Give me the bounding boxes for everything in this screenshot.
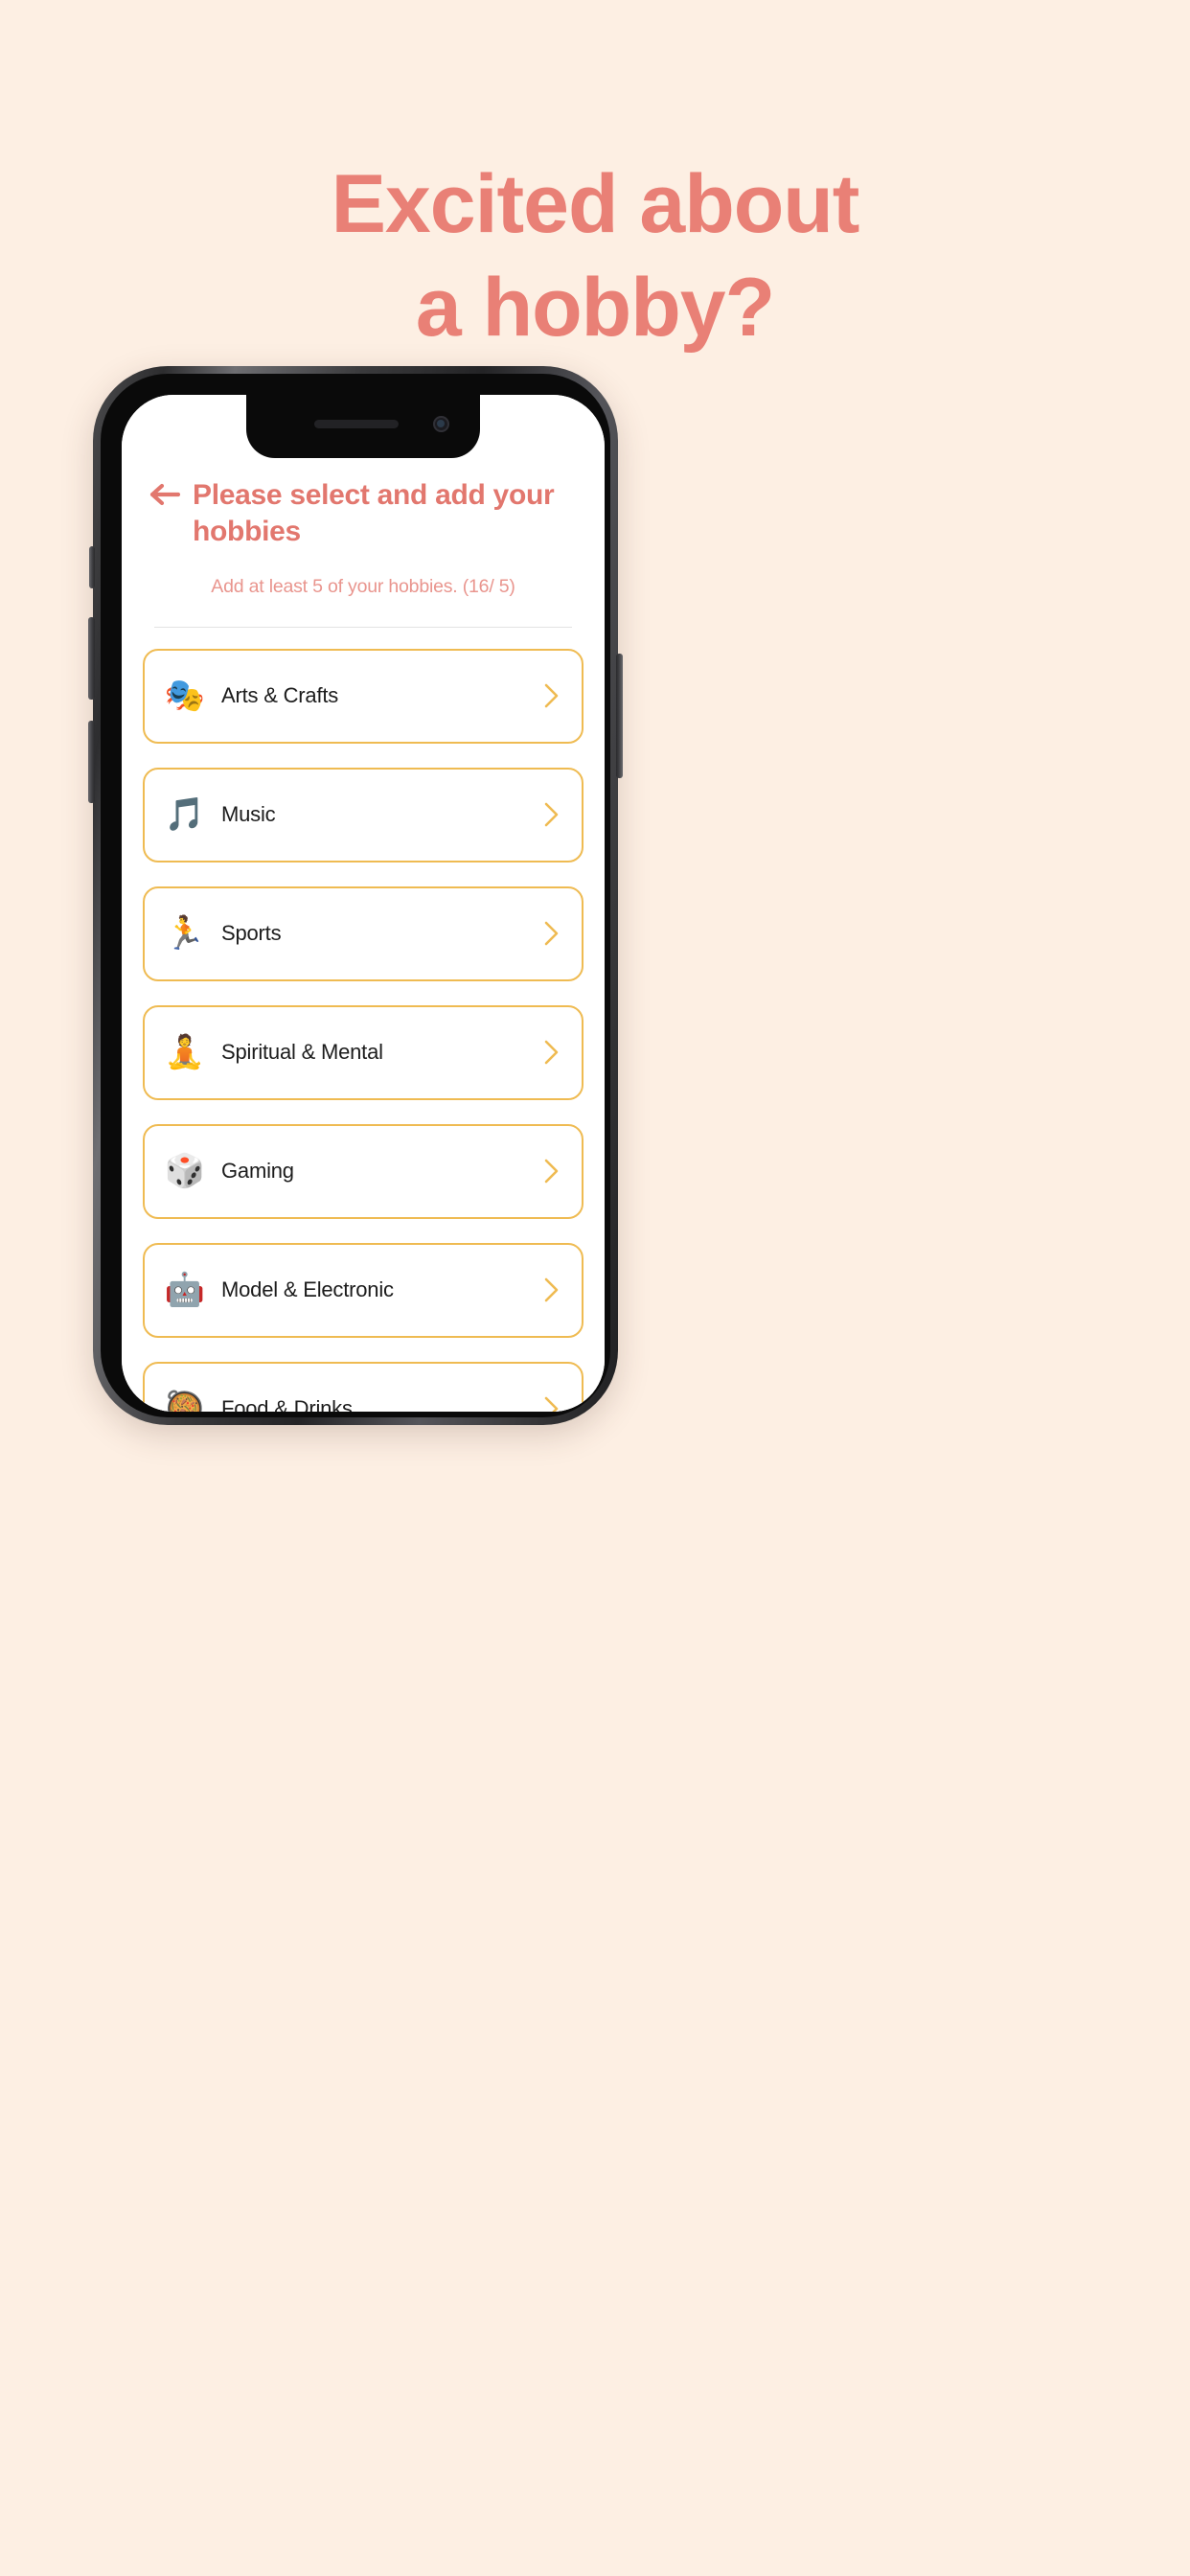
mute-switch-button[interactable] (89, 546, 95, 588)
chevron-right-icon (541, 1393, 561, 1412)
runner-icon: 🏃 (164, 915, 206, 953)
chevron-right-icon (541, 918, 561, 949)
hobby-label: Sports (221, 921, 282, 946)
volume-up-button[interactable] (88, 617, 95, 700)
app-content: Please select and add your hobbies Add a… (122, 395, 605, 1412)
chevron-right-icon (541, 1037, 561, 1068)
phone-notch (246, 395, 480, 458)
game-die-icon: 🎲 (164, 1153, 206, 1190)
phone-bezel: Please select and add your hobbies Add a… (101, 374, 610, 1417)
hobby-list-item-spiritual-mental[interactable]: 🧘 Spiritual & Mental (143, 1004, 584, 1100)
hobby-label: Model & Electronic (221, 1277, 394, 1302)
hobby-label: Food & Drinks (221, 1396, 353, 1412)
hobby-label: Music (221, 802, 276, 827)
power-button[interactable] (616, 654, 623, 778)
chevron-right-icon (541, 680, 561, 711)
hero-headline-line-1: Excited about (331, 158, 860, 250)
chevron-right-icon (541, 1156, 561, 1186)
hobby-label: Spiritual & Mental (221, 1040, 383, 1065)
hobby-list-item-arts-crafts[interactable]: 🎭 Arts & Crafts (143, 648, 584, 744)
chevron-right-icon (541, 1275, 561, 1305)
hero-headline-line-2: a hobby? (415, 262, 775, 354)
hobby-list-item-gaming[interactable]: 🎲 Gaming (143, 1123, 584, 1219)
front-camera-icon (433, 416, 449, 432)
page-subtitle: Add at least 5 of your hobbies. (16/ 5) (211, 575, 515, 597)
hobby-list-item-sports[interactable]: 🏃 Sports (143, 886, 584, 981)
musical-note-icon: 🎵 (164, 796, 206, 834)
title-row: Please select and add your hobbies (149, 475, 578, 551)
paella-icon: 🥘 (164, 1391, 206, 1412)
chevron-right-icon (541, 799, 561, 830)
back-arrow-icon[interactable] (149, 475, 183, 514)
phone-device-frame: Please select and add your hobbies Add a… (88, 366, 623, 1425)
lotus-position-icon: 🧘 (164, 1034, 206, 1071)
hobby-list-item-food-drinks[interactable]: 🥘 Food & Drinks (143, 1361, 584, 1412)
speaker-grille-icon (313, 420, 399, 428)
robot-icon: 🤖 (164, 1272, 206, 1309)
page-title: Please select and add your hobbies (193, 479, 555, 548)
phone-screen: Please select and add your hobbies Add a… (122, 395, 605, 1412)
volume-down-button[interactable] (88, 721, 95, 803)
hero-headline: Excited about a hobby? (0, 163, 1190, 349)
hobby-list-item-model-electronic[interactable]: 🤖 Model & Electronic (143, 1242, 584, 1338)
theater-masks-icon: 🎭 (164, 678, 206, 715)
hobby-label: Gaming (221, 1159, 294, 1184)
hobby-label: Arts & Crafts (221, 683, 339, 708)
hobby-list: 🎭 Arts & Crafts 🎵 Music 🏃 Sports 🧘 Spiri… (122, 628, 605, 1412)
hobby-list-item-music[interactable]: 🎵 Music (143, 767, 584, 862)
